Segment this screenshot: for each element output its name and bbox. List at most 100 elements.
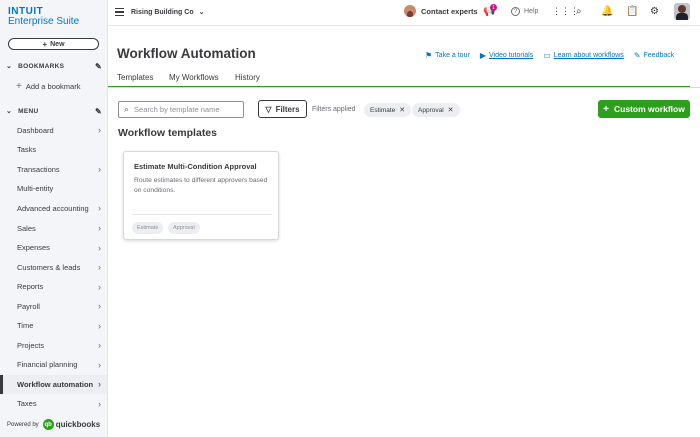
sidebar-item-label: Sales (17, 223, 36, 233)
close-icon[interactable]: ✕ (399, 106, 405, 114)
chevron-down-icon: ⌄ (6, 108, 13, 115)
sidebar-item-reports[interactable]: Reports › (0, 277, 107, 297)
edit-bookmarks-icon[interactable]: ✎ (95, 62, 102, 71)
chevron-down-icon: ⌄ (6, 63, 13, 70)
question-icon: ? (511, 7, 520, 16)
chevron-right-icon: › (98, 223, 101, 233)
sidebar-item-expenses[interactable]: Expenses › (0, 238, 107, 258)
edit-menu-icon[interactable]: ✎ (95, 107, 102, 116)
sidebar-item-projects[interactable]: Projects › (0, 336, 107, 356)
section-title: Workflow templates (118, 127, 217, 139)
sidebar-item-label: Workflow automation (17, 379, 94, 389)
close-icon[interactable]: ✕ (448, 106, 454, 114)
chevron-right-icon: › (98, 242, 101, 253)
search-icon[interactable]: ⌕ (576, 6, 582, 17)
chevron-right-icon: › (98, 203, 101, 214)
learn-about-workflows-link[interactable]: ▭ Learn about workflows (543, 51, 624, 60)
play-icon: ▶ (479, 51, 486, 60)
feedback-icon: ✎ (633, 51, 641, 60)
sidebar-item-multi-entity[interactable]: Multi-entity (0, 179, 107, 199)
card-description: Route estimates to different approvers b… (134, 177, 268, 194)
search-input[interactable]: ⌕ Search by template name (118, 101, 244, 118)
bell-icon[interactable]: 🔔 (601, 6, 613, 17)
sidebar-item-label: Advanced accounting (17, 203, 89, 213)
tab-my-workflows[interactable]: My Workflows (169, 73, 219, 82)
sidebar-item-label: Dashboard (17, 125, 54, 135)
top-bar: Rising Building Co ⌄ Contact experts 📢 1… (108, 0, 700, 26)
filter-chip-approval[interactable]: Approval ✕ (412, 103, 460, 117)
chevron-right-icon: › (98, 125, 101, 136)
bookmarks-header-label: BOOKMARKS (18, 62, 65, 70)
filters-label: Filters (275, 104, 300, 114)
notification-badge: 1 (490, 4, 497, 11)
card-divider (132, 214, 272, 215)
clipboard-icon[interactable]: 📋 (626, 6, 638, 17)
powered-by: Powered by qb quickbooks (7, 419, 100, 430)
sidebar-item-label: Payroll (17, 301, 40, 311)
sidebar-item-sales[interactable]: Sales › (0, 218, 107, 238)
hamburger-menu-icon[interactable] (115, 8, 124, 18)
sidebar-item-transactions[interactable]: Transactions › (0, 160, 107, 180)
user-avatar[interactable] (674, 3, 690, 20)
help-label: Help (524, 8, 539, 15)
chevron-right-icon: › (98, 320, 101, 331)
sidebar-item-dashboard[interactable]: Dashboard › (0, 121, 107, 141)
sidebar-item-tasks[interactable]: Tasks (0, 140, 107, 160)
take-a-tour-link[interactable]: ⚑ Take a tour (425, 51, 470, 60)
sidebar-item-label: Reports (17, 282, 44, 292)
help-links: ⚑ Take a tour ▶ Video tutorials ▭ Learn … (425, 51, 684, 60)
sidebar-item-label: Tasks (17, 145, 37, 155)
sidebar-item-financial-planning[interactable]: Financial planning › (0, 355, 107, 375)
add-bookmark-link[interactable]: + Add a bookmark (16, 81, 80, 92)
take-a-tour-label: Take a tour (435, 52, 470, 59)
company-switcher[interactable]: Rising Building Co ⌄ (131, 8, 205, 17)
sidebar-item-workflow-automation[interactable]: Workflow automation › (0, 374, 107, 395)
sidebar-item-advanced-accounting[interactable]: Advanced accounting › (0, 199, 107, 219)
template-card[interactable]: Estimate Multi-Condition Approval Route … (123, 151, 279, 240)
sidebar-item-payroll[interactable]: Payroll › (0, 296, 107, 316)
sidebar-item-label: Customers & leads (17, 262, 81, 272)
sidebar-item-taxes[interactable]: Taxes › (0, 394, 107, 414)
sidebar-item-customers-leads[interactable]: Customers & leads › (0, 257, 107, 277)
chevron-right-icon: › (98, 281, 101, 292)
sidebar-item-time[interactable]: Time › (0, 316, 107, 336)
new-button[interactable]: + New (8, 38, 99, 50)
new-button-label: New (50, 40, 65, 48)
sidebar-item-label: Time (17, 321, 34, 331)
bookmarks-header[interactable]: ⌄ BOOKMARKS ✎ (6, 62, 102, 71)
tour-icon: ⚑ (425, 51, 433, 60)
chevron-right-icon: › (98, 301, 101, 312)
contact-experts-button[interactable]: Contact experts (404, 5, 478, 17)
video-tutorials-link[interactable]: ▶ Video tutorials (480, 51, 533, 60)
filters-applied-label: Filters applied (312, 106, 356, 113)
tab-bar: Templates My Workflows History (108, 72, 700, 88)
feedback-link[interactable]: ✎ Feedback (634, 51, 674, 60)
apps-grid-icon[interactable]: ⋮⋮⋮ (552, 6, 579, 17)
help-button[interactable]: ? Help (511, 7, 538, 16)
plus-icon: + (16, 81, 22, 92)
chevron-right-icon: › (98, 359, 101, 370)
gear-icon[interactable]: ⚙ (650, 6, 659, 17)
funnel-icon: ▽ (265, 104, 272, 114)
search-placeholder: Search by template name (134, 105, 220, 114)
page-title: Workflow Automation (117, 46, 256, 61)
custom-workflow-label: Custom workflow (614, 104, 685, 114)
tab-history[interactable]: History (235, 73, 260, 82)
filters-button[interactable]: ▽ Filters (258, 100, 307, 118)
feedback-label: Feedback (643, 52, 675, 59)
search-icon: ⌕ (124, 104, 130, 114)
menu-header[interactable]: ⌄ MENU ✎ (6, 107, 102, 116)
card-tag-estimate: Estimate (132, 222, 164, 234)
chevron-right-icon: › (98, 164, 101, 175)
powered-by-label: Powered by (7, 421, 39, 428)
sidebar-item-label: Transactions (17, 164, 60, 174)
book-icon: ▭ (543, 51, 551, 60)
chevron-down-icon: ⌄ (198, 9, 205, 16)
custom-workflow-button[interactable]: + Custom workflow (598, 100, 690, 118)
chevron-right-icon: › (98, 340, 101, 351)
quickbooks-wordmark: quickbooks (55, 420, 101, 429)
tab-templates[interactable]: Templates (117, 73, 153, 82)
filter-chip-estimate[interactable]: Estimate ✕ (364, 103, 412, 117)
expert-avatar (404, 5, 416, 17)
sidebar-item-label: Taxes (17, 399, 37, 409)
